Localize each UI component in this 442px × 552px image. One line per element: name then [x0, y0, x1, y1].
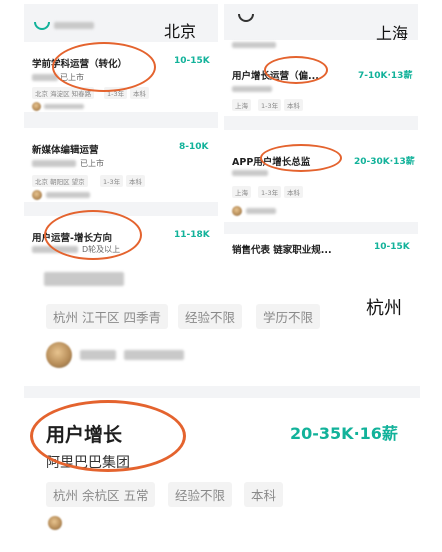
- shanghai-panel: 上海 用户增长运营（偏... 7-10K·13薪 上海 1-3年 本科 APP用…: [224, 4, 418, 260]
- tag-location: 上海: [232, 99, 251, 111]
- tag-experience: 经验不限: [178, 304, 243, 329]
- company-name-blurred: [32, 160, 76, 167]
- tag-experience: 1-3年: [258, 186, 282, 198]
- blurred-header: [232, 42, 276, 48]
- job-salary: 20-35K·16薪: [290, 424, 398, 443]
- blurred-company-header: [44, 272, 124, 286]
- recruiter-name-blurred: [44, 104, 84, 109]
- tag-location: 杭州 江干区 四季青: [46, 304, 168, 329]
- tag-education: 本科: [126, 175, 145, 187]
- recruiter-avatar: [32, 102, 41, 111]
- tag-experience: 1-3年: [100, 175, 124, 187]
- city-label-beijing: 北京: [164, 22, 197, 41]
- recruiter-title-blurred: [124, 350, 184, 360]
- job-salary: 11-18K: [174, 230, 210, 240]
- job-card[interactable]: APP用户增长总监 20-30K·13薪 上海 1-3年 本科: [224, 130, 418, 222]
- recruiter-name-blurred: [80, 350, 116, 360]
- company-status: 已上市: [80, 159, 104, 168]
- tag-experience: 经验不限: [168, 482, 233, 507]
- city-label-hangzhou: 杭州: [366, 298, 402, 319]
- highlight-circle: [30, 400, 186, 472]
- app-logo-icon: [238, 14, 254, 22]
- job-card[interactable]: 新媒体编辑运营 8-10K 已上市 北京 朝阳区 望京 1-3年 本科: [24, 128, 218, 202]
- job-salary: 8-10K: [179, 142, 209, 152]
- tag-experience: 1-3年: [258, 99, 282, 111]
- job-salary: 7-10K·13薪: [358, 71, 413, 81]
- job-card[interactable]: 销售代表 链家职业规... 10-15K: [224, 234, 418, 260]
- blurred-header: [54, 22, 94, 29]
- card-divider: [24, 386, 420, 398]
- highlight-circle: [52, 42, 156, 92]
- company-name-blurred: [232, 86, 272, 92]
- tag-location: 杭州 余杭区 五常: [46, 482, 156, 507]
- job-salary: 10-15K: [174, 56, 210, 66]
- job-title: 销售代表 链家职业规...: [232, 245, 332, 256]
- recruiter-avatar: [46, 342, 72, 368]
- tag-education: 学历不限: [256, 304, 321, 329]
- recruiter-avatar: [48, 516, 62, 530]
- tag-location: 上海: [232, 186, 251, 198]
- beijing-panel: 北京 学前学科运营（转化） 10-15K 已上市 北京 海淀区 知春路 1-3年…: [24, 4, 218, 260]
- highlight-circle: [44, 210, 142, 260]
- hangzhou-panel: 杭州 江干区 四季青 经验不限 学历不限 杭州 用户增长 20-35K·16薪 …: [24, 262, 420, 534]
- job-title: 新媒体编辑运营: [32, 145, 99, 156]
- recruiter-avatar: [32, 190, 42, 200]
- highlight-circle: [260, 144, 342, 172]
- app-logo-icon: [34, 22, 50, 30]
- tag-education: 本科: [284, 99, 303, 111]
- tag-education: 本科: [130, 87, 149, 99]
- job-salary: 10-15K: [374, 242, 410, 252]
- tag-education: 本科: [284, 186, 303, 198]
- tag-location: 北京 朝阳区 望京: [32, 175, 88, 187]
- recruiter-name-blurred: [246, 208, 276, 214]
- tag-education: 本科: [244, 482, 284, 507]
- highlight-circle: [264, 56, 328, 84]
- recruiter-name-blurred: [46, 192, 90, 198]
- job-salary: 20-30K·13薪: [354, 157, 415, 167]
- company-name-blurred: [232, 170, 268, 176]
- recruiter-avatar: [232, 206, 242, 216]
